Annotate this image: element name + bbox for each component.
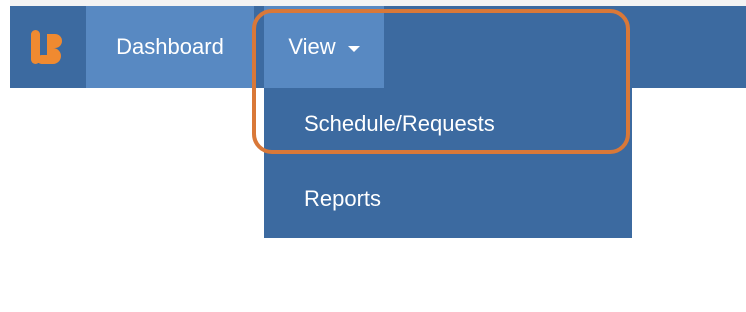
logo[interactable] bbox=[10, 6, 86, 88]
nav-dashboard[interactable]: Dashboard bbox=[86, 6, 254, 88]
lb-logo-icon bbox=[31, 30, 62, 64]
menu-item-label: Schedule/Requests bbox=[304, 111, 495, 136]
nav-view-dropdown-toggle[interactable]: View bbox=[264, 6, 384, 88]
caret-down-icon bbox=[347, 45, 360, 52]
menu-item-label: Reports bbox=[304, 186, 382, 211]
view-dropdown-menu: Schedule/Requests Reports bbox=[264, 88, 632, 238]
nav-dashboard-label: Dashboard bbox=[116, 34, 224, 59]
nav-view-label: View bbox=[288, 34, 336, 59]
menu-item-reports[interactable]: Reports bbox=[264, 160, 632, 238]
menu-item-schedule-requests[interactable]: Schedule/Requests bbox=[264, 88, 632, 160]
